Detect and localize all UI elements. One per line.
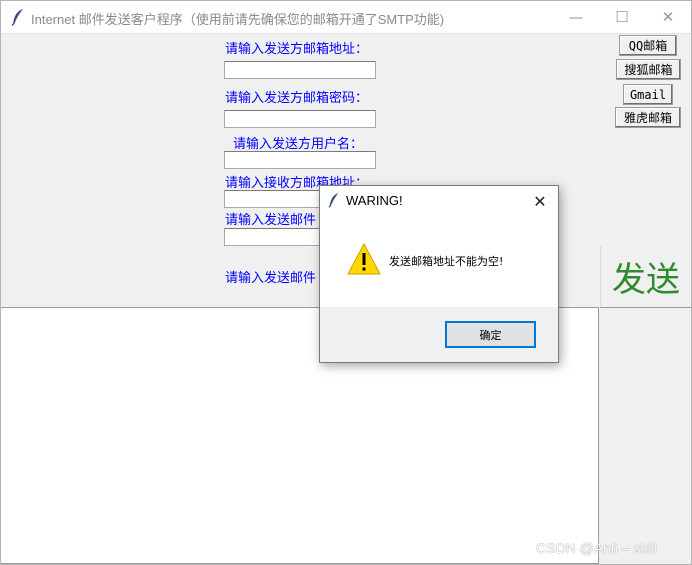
sohu-mail-button[interactable]: 搜狐邮箱 [616, 59, 681, 80]
dialog-title: WARING! [346, 193, 403, 208]
gmail-button[interactable]: Gmail [623, 84, 673, 105]
ok-button[interactable]: 确定 [445, 321, 536, 348]
sender-username-label: 请输入发送方用户名： [233, 137, 364, 152]
watermark: CSDN @Anti – skill [536, 540, 657, 556]
send-button[interactable]: 发送 [600, 246, 691, 306]
dialog-body: 发送邮箱地址不能为空! [320, 216, 558, 307]
feather-icon [328, 193, 339, 208]
sender-password-label: 请输入发送方邮箱密码： [225, 91, 369, 106]
dialog-footer: 确定 [320, 307, 558, 362]
minimize-button[interactable]: — [553, 1, 599, 33]
feather-icon [11, 9, 23, 26]
sender-email-label: 请输入发送方邮箱地址： [225, 42, 369, 57]
subject-label: 请输入发送邮件 [225, 213, 317, 228]
qq-mail-button[interactable]: QQ邮箱 [619, 35, 677, 56]
warning-icon [347, 243, 381, 275]
maximize-button[interactable]: ☐ [599, 1, 645, 33]
dialog-title-bar[interactable]: WARING! ✕ [320, 186, 558, 216]
body-label: 请输入发送邮件 [225, 271, 317, 286]
dialog-close-button[interactable]: ✕ [526, 190, 554, 212]
right-panel [600, 307, 691, 564]
warning-dialog: WARING! ✕ 发送邮箱地址不能为空! 确定 [319, 185, 559, 363]
sender-password-input[interactable] [224, 110, 376, 128]
dialog-message: 发送邮箱地址不能为空! [389, 255, 504, 268]
title-bar[interactable]: Internet 邮件发送客户程序（使用前请先确保您的邮箱开通了SMTP功能) … [1, 1, 691, 34]
sender-email-input[interactable] [224, 61, 376, 79]
close-button[interactable]: ✕ [645, 1, 691, 33]
yahoo-mail-button[interactable]: 雅虎邮箱 [615, 107, 681, 128]
window-title: Internet 邮件发送客户程序（使用前请先确保您的邮箱开通了SMTP功能) [31, 12, 445, 27]
sender-username-input[interactable] [224, 151, 376, 169]
